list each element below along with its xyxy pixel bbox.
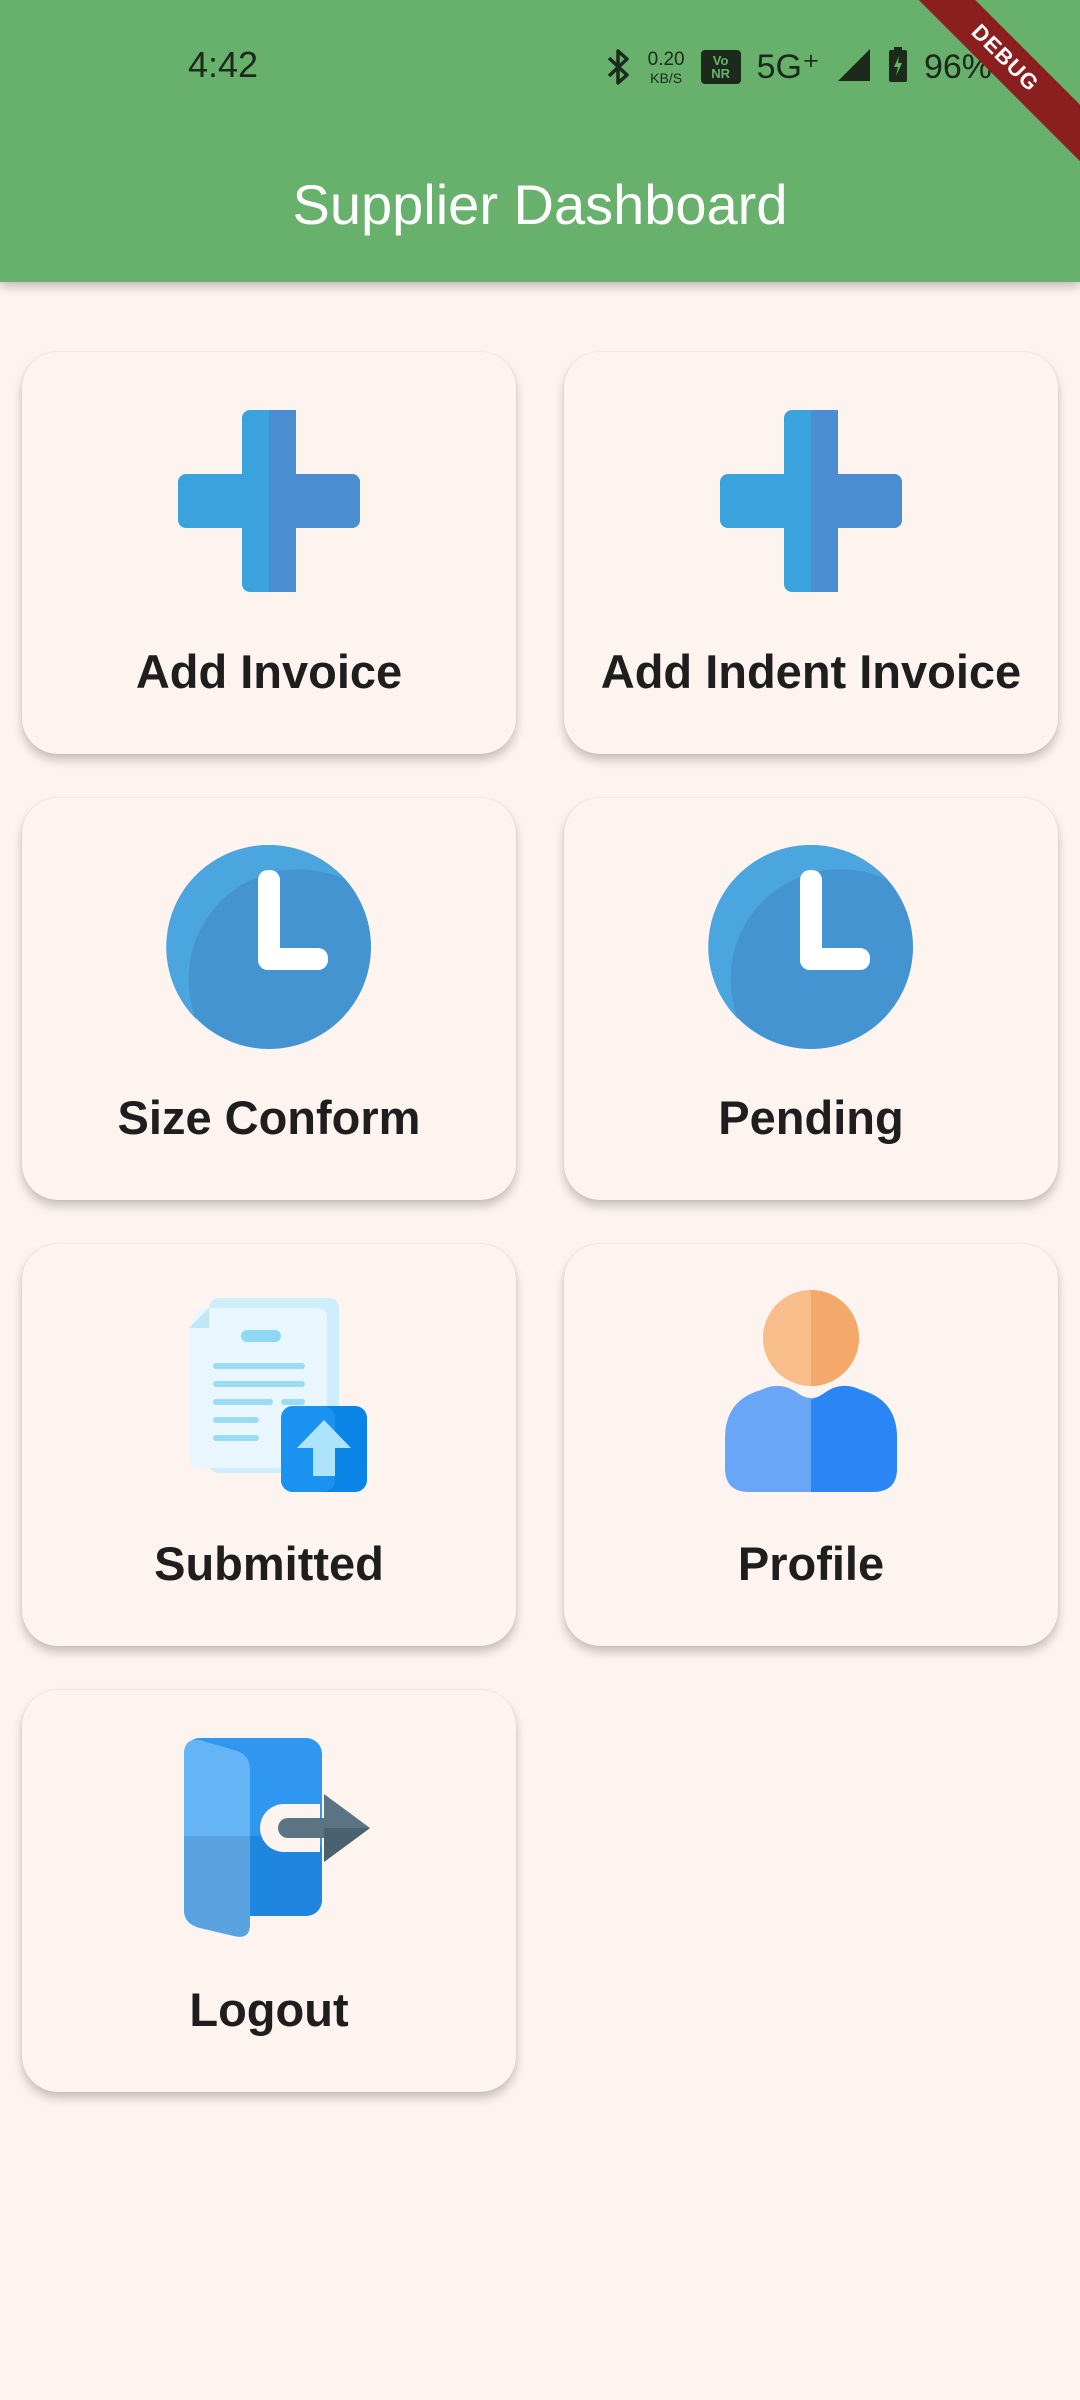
battery-charging-icon <box>888 46 908 88</box>
tile-label: Logout <box>189 1983 349 2036</box>
bluetooth-icon <box>606 49 632 85</box>
profile-card[interactable]: Profile <box>564 1244 1058 1646</box>
status-icons: 0.20 KB/S Vo NR 5G⁺ 96% <box>606 42 992 92</box>
logout-door-icon <box>164 1734 374 1944</box>
vonr-badge: Vo NR <box>700 50 741 84</box>
page-title: Supplier Dashboard <box>292 173 788 236</box>
vonr-bottom: NR <box>711 66 731 81</box>
tile-label: Add Indent Invoice <box>600 645 1022 698</box>
pending-card[interactable]: Pending <box>564 798 1058 1200</box>
tile-label: Add Invoice <box>135 645 403 698</box>
network-speed-value: 0.20 <box>647 48 685 70</box>
status-time: 4:42 <box>188 44 259 85</box>
signal-icon <box>836 47 872 88</box>
network-speed-unit: KB/S <box>650 69 683 86</box>
tile-label: Size Conform <box>117 1091 421 1144</box>
document-upload-icon <box>164 1288 374 1498</box>
plus-icon <box>164 396 374 606</box>
tile-label: Pending <box>718 1091 904 1144</box>
network-type: 5G⁺ <box>756 48 820 86</box>
clock-icon <box>164 842 374 1052</box>
tile-label: Profile <box>737 1537 885 1590</box>
tile-label: Submitted <box>154 1537 384 1590</box>
add-invoice-card[interactable]: Add Invoice <box>22 352 516 754</box>
app-bar: 4:42 0.20 KB/S Vo NR 5G⁺ 96% DEBUG Suppl… <box>0 0 1080 282</box>
submitted-card[interactable]: Submitted <box>22 1244 516 1646</box>
size-conform-card[interactable]: Size Conform <box>22 798 516 1200</box>
clock-icon <box>706 842 916 1052</box>
add-indent-invoice-card[interactable]: Add Indent Invoice <box>564 352 1058 754</box>
user-icon <box>706 1288 916 1498</box>
dashboard-grid: Add Invoice Add Indent Invoice Size Conf… <box>22 352 1058 2092</box>
status-bar: 4:42 0.20 KB/S Vo NR 5G⁺ 96% <box>0 0 1080 135</box>
logout-card[interactable]: Logout <box>22 1690 516 2092</box>
plus-icon <box>706 396 916 606</box>
network-speed: 0.20 KB/S <box>648 50 685 85</box>
